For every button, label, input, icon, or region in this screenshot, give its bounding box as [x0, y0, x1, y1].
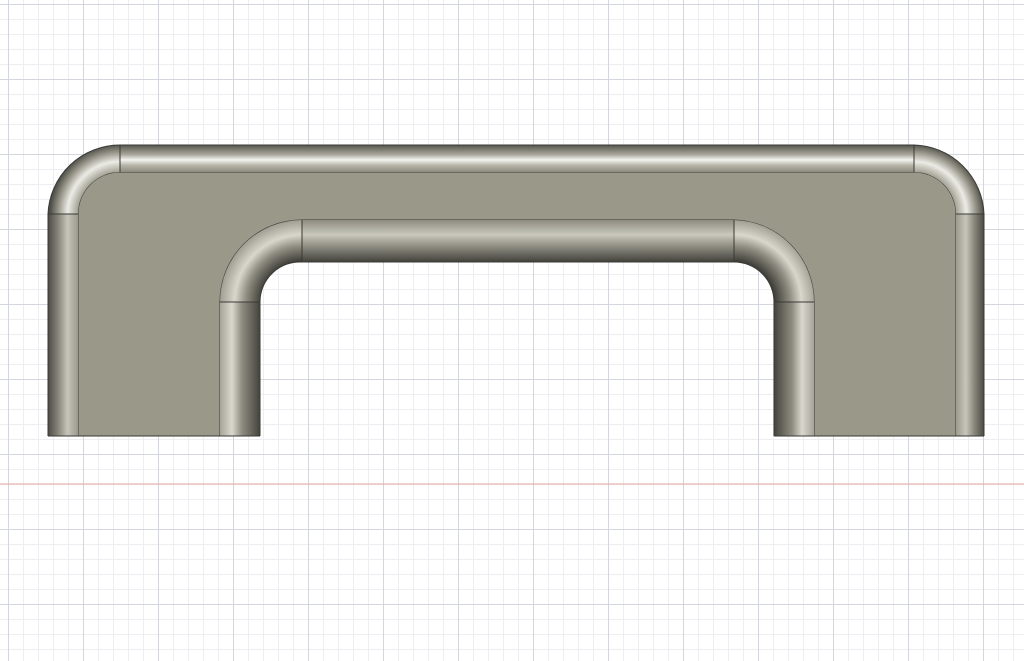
inner-right-fillet	[774, 302, 814, 436]
inner-top-fillet	[302, 220, 734, 262]
outer-top-fillet	[120, 145, 914, 172]
inner-left-fillet	[220, 302, 260, 436]
cad-viewport[interactable]	[0, 0, 1024, 661]
outer-right-fillet	[956, 214, 984, 436]
outer-left-fillet	[48, 214, 78, 436]
